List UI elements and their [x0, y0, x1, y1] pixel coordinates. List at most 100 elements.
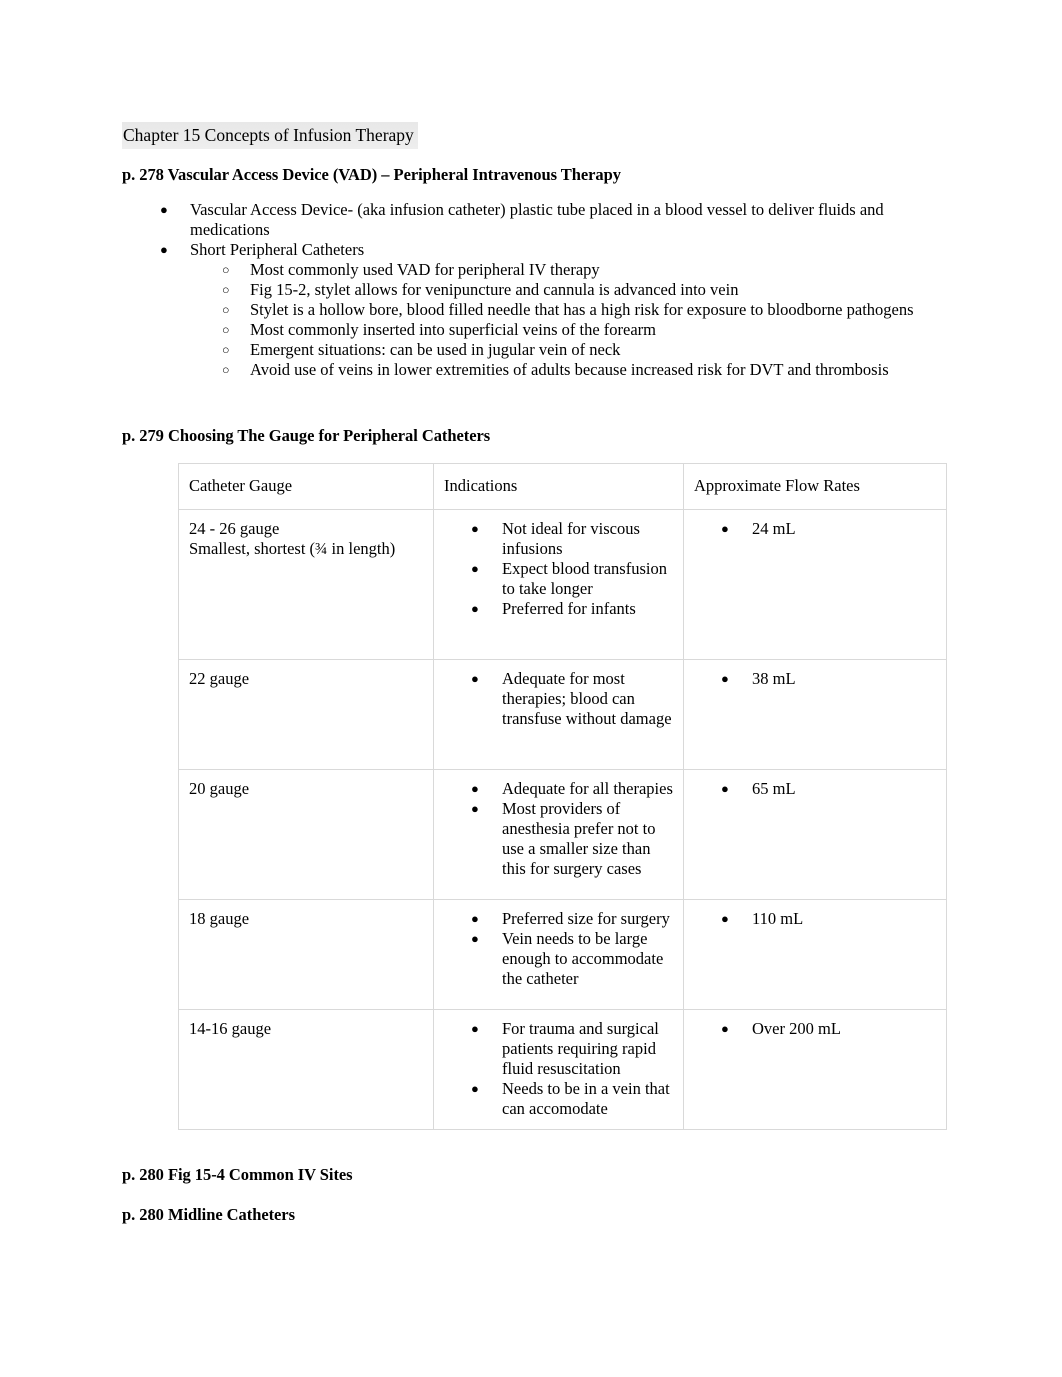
column-header-indications: Indications — [433, 463, 684, 510]
disc-bullet-icon: ● — [471, 601, 479, 616]
cell-flow-rates: ● 65 mL — [683, 769, 947, 900]
list-item-text: Stylet is a hollow bore, blood filled ne… — [250, 300, 914, 319]
table-row: 24 - 26 gauge Smallest, shortest (¾ in l… — [178, 509, 947, 660]
cell-indications: ● For trauma and surgical patients requi… — [433, 1009, 684, 1130]
cell-indications: ● Not ideal for viscous infusions ● Expe… — [433, 509, 684, 660]
list-item-text: Most commonly used VAD for peripheral IV… — [250, 260, 600, 279]
list-item: ● Preferred size for surgery — [444, 909, 673, 929]
list-item: ● Over 200 mL — [694, 1019, 936, 1039]
list-item-text: Most commonly inserted into superficial … — [250, 320, 656, 339]
list-item: ● Short Peripheral Catheters — [122, 240, 952, 260]
list-item-text: Preferred size for surgery — [502, 909, 670, 928]
disc-bullet-icon: ● — [471, 671, 479, 686]
cell-indications: ● Adequate for most therapies; blood can… — [433, 659, 684, 770]
outline-list: ● Vascular Access Device- (aka infusion … — [122, 200, 952, 380]
flow-rate-list: ● 110 mL — [694, 909, 936, 929]
list-item: ○ Most commonly used VAD for peripheral … — [122, 260, 952, 280]
catheter-gauge-table: Catheter Gauge Indications Approximate F… — [178, 463, 947, 1130]
list-item: ● 24 mL — [694, 519, 936, 539]
list-item-text: Adequate for most therapies; blood can t… — [502, 669, 672, 728]
list-item-text: 24 mL — [752, 519, 796, 538]
indications-list: ● Adequate for all therapies ● Most prov… — [444, 779, 673, 879]
disc-bullet-icon: ● — [471, 1021, 479, 1036]
cell-gauge: 20 gauge — [178, 769, 434, 900]
list-item: ● 65 mL — [694, 779, 936, 799]
table-row: 14-16 gauge ● For trauma and surgical pa… — [178, 1009, 947, 1130]
list-item-text: Expect blood transfusion to take longer — [502, 559, 667, 598]
heading-common-iv-sites: p. 280 Fig 15-4 Common IV Sites — [122, 1165, 353, 1184]
indications-list: ● Preferred size for surgery ● Vein need… — [444, 909, 673, 989]
cell-gauge: 24 - 26 gauge Smallest, shortest (¾ in l… — [178, 509, 434, 660]
circle-bullet-icon: ○ — [222, 323, 230, 337]
list-item: ● Adequate for all therapies — [444, 779, 673, 799]
circle-bullet-icon: ○ — [222, 343, 230, 357]
disc-bullet-icon: ● — [471, 931, 479, 946]
heading-midline-catheters: p. 280 Midline Catheters — [122, 1205, 295, 1224]
table-row: 20 gauge ● Adequate for all therapies ● … — [178, 769, 947, 900]
circle-bullet-icon: ○ — [222, 263, 230, 277]
list-item-text: Fig 15-2, stylet allows for venipuncture… — [250, 280, 739, 299]
disc-bullet-icon: ● — [471, 521, 479, 536]
circle-bullet-icon: ○ — [222, 303, 230, 317]
disc-bullet-icon: ● — [471, 781, 479, 796]
list-item-text: 110 mL — [752, 909, 804, 928]
disc-bullet-icon: ● — [471, 911, 479, 926]
list-item-text: 38 mL — [752, 669, 796, 688]
list-item: ● Needs to be in a vein that can accomod… — [444, 1079, 673, 1119]
list-item: ● 38 mL — [694, 669, 936, 689]
disc-bullet-icon: ● — [471, 561, 479, 576]
list-item: ○ Emergent situations: can be used in ju… — [122, 340, 952, 360]
disc-bullet-icon: ● — [721, 781, 729, 796]
disc-bullet-icon: ● — [160, 242, 168, 257]
cell-flow-rates: ● 38 mL — [683, 659, 947, 770]
disc-bullet-icon: ● — [721, 1021, 729, 1036]
list-item-text: Needs to be in a vein that can accomodat… — [502, 1079, 670, 1118]
cell-gauge: 22 gauge — [178, 659, 434, 770]
list-item-text: For trauma and surgical patients requiri… — [502, 1019, 659, 1078]
list-item: ● Vascular Access Device- (aka infusion … — [122, 200, 952, 240]
document-title: Chapter 15 Concepts of Infusion Therapy — [122, 122, 418, 149]
flow-rate-list: ● 38 mL — [694, 669, 936, 689]
heading-choosing-the-gauge: p. 279 Choosing The Gauge for Peripheral… — [122, 426, 491, 445]
list-item-text: Not ideal for viscous infusions — [502, 519, 640, 558]
list-item: ● Vein needs to be large enough to accom… — [444, 929, 673, 989]
cell-gauge: 18 gauge — [178, 899, 434, 1010]
list-item: ○ Fig 15-2, stylet allows for venipunctu… — [122, 280, 952, 300]
indications-list: ● Adequate for most therapies; blood can… — [444, 669, 673, 729]
circle-bullet-icon: ○ — [222, 283, 230, 297]
indications-list: ● For trauma and surgical patients requi… — [444, 1019, 673, 1119]
list-item: ● For trauma and surgical patients requi… — [444, 1019, 673, 1079]
disc-bullet-icon: ● — [471, 801, 479, 816]
column-header-catheter-gauge: Catheter Gauge — [178, 463, 434, 510]
heading-vascular-access-device: p. 278 Vascular Access Device (VAD) – Pe… — [122, 165, 621, 184]
list-item: ● Not ideal for viscous infusions — [444, 519, 673, 559]
table-body: 24 - 26 gauge Smallest, shortest (¾ in l… — [178, 509, 947, 1130]
list-item: ● 110 mL — [694, 909, 936, 929]
column-header-flow-rates: Approximate Flow Rates — [683, 463, 947, 510]
flow-rate-list: ● 65 mL — [694, 779, 936, 799]
list-item: ○ Avoid use of veins in lower extremitie… — [122, 360, 952, 380]
list-item-text: Vascular Access Device- (aka infusion ca… — [190, 200, 884, 239]
document-title-container: Chapter 15 Concepts of Infusion Therapy — [122, 122, 418, 149]
disc-bullet-icon: ● — [721, 911, 729, 926]
cell-flow-rates: ● 24 mL — [683, 509, 947, 660]
table-header-row: Catheter Gauge Indications Approximate F… — [178, 463, 947, 510]
list-item: ● Preferred for infants — [444, 599, 673, 619]
list-item-text: Short Peripheral Catheters — [190, 240, 365, 259]
cell-indications: ● Preferred size for surgery ● Vein need… — [433, 899, 684, 1010]
list-item: ● Most providers of anesthesia prefer no… — [444, 799, 673, 879]
list-item-text: Most providers of anesthesia prefer not … — [502, 799, 656, 878]
disc-bullet-icon: ● — [160, 202, 168, 217]
list-item-text: Emergent situations: can be used in jugu… — [250, 340, 621, 359]
list-item: ○ Stylet is a hollow bore, blood filled … — [122, 300, 952, 320]
list-item-text: Preferred for infants — [502, 599, 636, 618]
table-row: 22 gauge ● Adequate for most therapies; … — [178, 659, 947, 770]
table-header: Catheter Gauge Indications Approximate F… — [178, 463, 947, 510]
circle-bullet-icon: ○ — [222, 363, 230, 377]
list-item: ○ Most commonly inserted into superficia… — [122, 320, 952, 340]
disc-bullet-icon: ● — [721, 521, 729, 536]
document-page: Chapter 15 Concepts of Infusion Therapy … — [0, 0, 1062, 1377]
disc-bullet-icon: ● — [721, 671, 729, 686]
indications-list: ● Not ideal for viscous infusions ● Expe… — [444, 519, 673, 619]
list-item: ● Adequate for most therapies; blood can… — [444, 669, 673, 729]
